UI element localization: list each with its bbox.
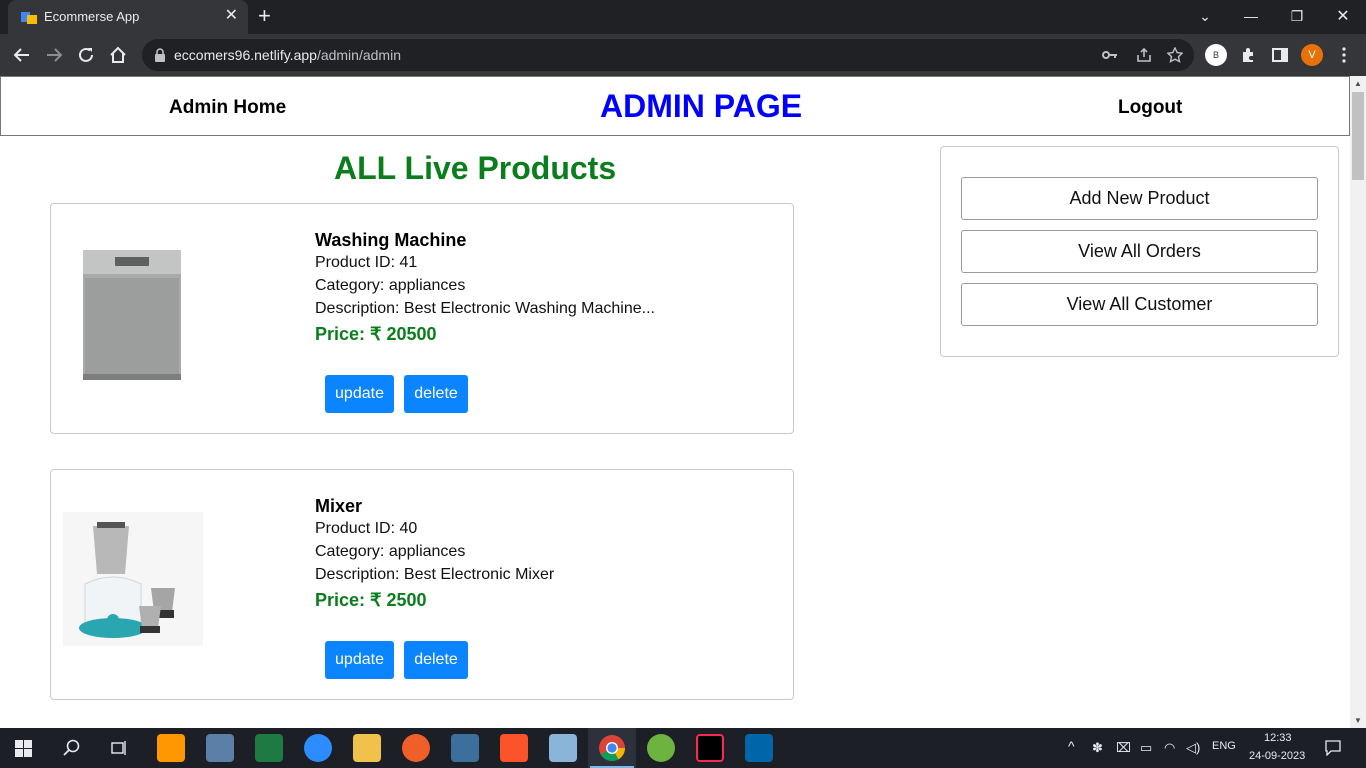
profile-avatar[interactable]: V	[1301, 44, 1323, 66]
reload-icon[interactable]	[74, 43, 98, 67]
share-icon[interactable]	[1136, 47, 1154, 65]
page-scrollbar[interactable]: ▲ ▼	[1350, 76, 1366, 728]
new-tab-icon[interactable]: +	[258, 4, 271, 28]
add-new-product-button[interactable]: Add New Product	[961, 177, 1318, 220]
meet-now-icon[interactable]: ⌧	[1116, 740, 1131, 756]
menu-icon[interactable]	[1332, 43, 1356, 67]
scroll-up-icon[interactable]: ▲	[1354, 79, 1362, 88]
browser-toolbar: eccomers96.netlify.app/admin/admin B V	[0, 34, 1366, 76]
tab-close-icon[interactable]: ✕	[225, 7, 238, 25]
scroll-down-icon[interactable]: ▼	[1354, 716, 1362, 725]
product-info: Mixer Product ID: 40 Category: appliance…	[315, 496, 554, 614]
task-view-icon[interactable]	[110, 739, 128, 757]
product-card: Mixer Product ID: 40 Category: appliance…	[50, 469, 794, 700]
product-card: Washing Machine Product ID: 41 Category:…	[50, 203, 794, 434]
tray-overflow-icon[interactable]: ^	[1068, 738, 1075, 754]
page-title: ADMIN PAGE	[600, 88, 803, 124]
intellij-icon[interactable]	[696, 734, 724, 762]
restore-icon[interactable]: ❐	[1274, 0, 1320, 32]
key-icon[interactable]	[1102, 47, 1120, 65]
sublime-text-icon[interactable]	[157, 734, 185, 762]
browser-tab-bar: Ecommerse App ✕ + ⌄ — ❐ ✕	[0, 0, 1366, 34]
notepad-icon[interactable]	[549, 734, 577, 762]
windows-start-icon[interactable]	[15, 740, 32, 757]
zoom-icon[interactable]	[304, 734, 332, 762]
home-icon[interactable]	[106, 43, 130, 67]
notifications-icon[interactable]	[1325, 740, 1341, 756]
page-viewport: Admin Home ADMIN PAGE Logout ALL Live Pr…	[0, 76, 1350, 728]
mixer-image	[63, 512, 203, 646]
washing-machine-image	[83, 250, 181, 380]
update-button[interactable]: update	[325, 375, 394, 413]
product-category: Category: appliances	[315, 543, 466, 560]
favicon-icon	[21, 12, 37, 24]
brave-profile-icon[interactable]: B	[1205, 44, 1227, 66]
calculator-icon[interactable]	[206, 734, 234, 762]
url-text: eccomers96.netlify.app/admin/admin	[174, 47, 401, 63]
extensions-icon[interactable]	[1236, 43, 1260, 67]
forward-icon[interactable]	[42, 43, 66, 67]
clock-date[interactable]: 24-09-2023	[1249, 750, 1305, 762]
clock-time[interactable]: 12:33	[1264, 732, 1292, 744]
language-indicator[interactable]: ENG	[1212, 740, 1236, 752]
brave-browser-icon[interactable]	[500, 734, 528, 762]
spring-tool-suite-icon[interactable]	[647, 734, 675, 762]
product-description: Description: Best Electronic Mixer	[315, 566, 555, 583]
chrome-icon[interactable]	[598, 734, 626, 762]
postman-icon[interactable]	[402, 734, 430, 762]
admin-home-link[interactable]: Admin Home	[169, 97, 286, 119]
products-heading: ALL Live Products	[334, 150, 617, 186]
view-all-customer-button[interactable]: View All Customer	[961, 283, 1318, 326]
update-button[interactable]: update	[325, 641, 394, 679]
admin-navbar: Admin Home ADMIN PAGE Logout	[0, 76, 1350, 136]
product-price: Price: ₹ 2500	[315, 590, 427, 610]
address-bar[interactable]: eccomers96.netlify.app/admin/admin	[142, 39, 1194, 71]
search-icon[interactable]	[63, 739, 81, 757]
admin-actions-panel: Add New Product View All Orders View All…	[940, 146, 1339, 357]
file-explorer-icon[interactable]	[353, 734, 381, 762]
minimize-icon[interactable]: —	[1228, 0, 1274, 32]
product-category: Category: appliances	[315, 277, 466, 294]
lock-icon	[155, 48, 165, 62]
product-info: Washing Machine Product ID: 41 Category:…	[315, 230, 655, 348]
scrollbar-thumb[interactable]	[1352, 92, 1364, 180]
side-panel-icon[interactable]	[1268, 43, 1292, 67]
view-all-orders-button[interactable]: View All Orders	[961, 230, 1318, 273]
excel-icon[interactable]	[255, 734, 283, 762]
delete-button[interactable]: delete	[404, 641, 468, 679]
tab-search-icon[interactable]: ⌄	[1182, 0, 1228, 32]
wifi-icon[interactable]: ◠	[1164, 740, 1175, 756]
logout-link[interactable]: Logout	[1118, 97, 1182, 119]
browser-tab[interactable]: Ecommerse App ✕	[8, 0, 248, 34]
window-close-icon[interactable]: ✕	[1320, 0, 1366, 32]
product-description: Description: Best Electronic Washing Mac…	[315, 300, 655, 317]
tray-app-icon[interactable]: ✽	[1092, 740, 1103, 756]
tab-title: Ecommerse App	[44, 9, 140, 24]
volume-icon[interactable]: ◁)	[1186, 740, 1200, 756]
product-price: Price: ₹ 20500	[315, 324, 437, 344]
back-icon[interactable]	[10, 43, 34, 67]
windows-taskbar: ^ ✽ ⌧ ▭ ◠ ◁) ENG 12:33 24-09-2023	[0, 728, 1366, 768]
product-id: Product ID: 40	[315, 520, 418, 537]
product-id: Product ID: 41	[315, 254, 418, 271]
delete-button[interactable]: delete	[404, 375, 468, 413]
vscode-icon[interactable]	[745, 734, 773, 762]
product-name: Mixer	[315, 496, 363, 516]
bookmark-star-icon[interactable]	[1166, 46, 1185, 65]
battery-icon[interactable]: ▭	[1140, 740, 1152, 756]
mysql-workbench-icon[interactable]	[451, 734, 479, 762]
product-name: Washing Machine	[315, 230, 467, 250]
